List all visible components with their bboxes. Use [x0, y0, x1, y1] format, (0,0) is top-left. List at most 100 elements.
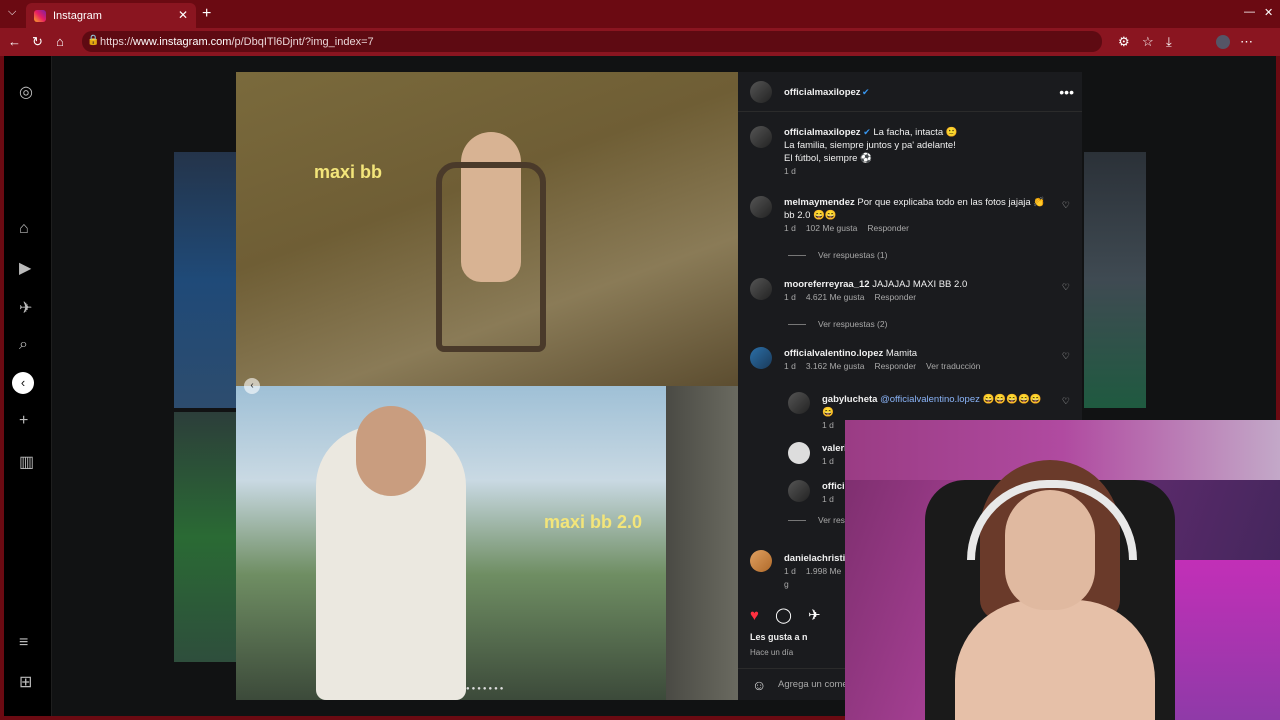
reply-button[interactable]: Responder [867, 223, 909, 233]
translate-link[interactable]: Ver traducción [926, 361, 980, 371]
comment-item: officialvalentino.lopez Mamita 1 d 3.162 … [784, 347, 1054, 373]
comment-icon[interactable]: ◯ [775, 607, 792, 624]
comment-like-icon[interactable]: ♡ [1062, 351, 1070, 362]
comment-username[interactable]: officialvalentino.lopez [784, 348, 883, 359]
url-path: /p/DbqITl6Djnt/?img_index=7 [231, 35, 374, 48]
author-avatar[interactable] [750, 81, 772, 103]
view-replies-link[interactable]: Ver respuestas (1) [788, 250, 887, 260]
share-icon[interactable]: ✈ [808, 607, 821, 624]
browser-tab-instagram[interactable]: Instagram ✕ [26, 3, 196, 28]
comment-avatar[interactable] [750, 550, 772, 572]
comment-like-icon[interactable]: ♡ [1062, 200, 1070, 211]
more-icon[interactable]: ••• [1059, 84, 1074, 100]
home-icon[interactable]: ⌂ [19, 220, 29, 238]
browser-tab-bar: ⌵ Instagram ✕ + — ✕ [0, 0, 1280, 28]
background-post-left-bottom [174, 412, 240, 662]
comment-text-cont: bb 2.0 😄😄 [784, 210, 837, 221]
reply-button[interactable]: Responder [874, 292, 916, 302]
comment-username[interactable]: melmaymendez [784, 197, 855, 208]
comment-text: Por que explicaba todo en las fotos jaja… [857, 197, 1046, 208]
comment-likes[interactable]: 4.621 Me gusta [806, 292, 865, 302]
post-header: officialmaxilopez ✔ ••• [738, 72, 1082, 112]
extensions-icon[interactable]: ⚙ [1118, 34, 1130, 50]
search-icon[interactable]: ⌕ [19, 336, 28, 354]
comment-likes[interactable]: 3.162 Me gusta [806, 361, 865, 371]
tab-close-icon[interactable]: ✕ [178, 8, 188, 22]
emoji-icon[interactable]: ☺ [752, 669, 766, 701]
photo-caption-1: maxi bb [314, 162, 383, 182]
reply-button[interactable]: Responder [874, 361, 916, 371]
baby-photo: maxi bb [236, 72, 738, 386]
new-tab-button[interactable]: + [202, 5, 211, 23]
download-icon[interactable]: ⤓ [1166, 34, 1172, 50]
verified-badge-icon: ✔ [862, 87, 870, 97]
comment-item: melmaymendez Por que explicaba todo en l… [784, 196, 1054, 235]
likes-summary[interactable]: Les gusta a n [750, 632, 808, 642]
instagram-logo-icon[interactable]: ◎ [19, 82, 33, 102]
adult-photo: maxi bb 2.0 [236, 386, 738, 700]
caption-time: 1 d [784, 166, 796, 176]
comment-avatar[interactable] [750, 278, 772, 300]
reload-icon[interactable]: ↻ [32, 34, 43, 50]
reply-mention[interactable]: @officialvalentino.lopez [880, 394, 980, 405]
verified-badge-icon: ✔ [863, 127, 871, 137]
comment-avatar[interactable] [750, 347, 772, 369]
url-prefix: https:// [100, 35, 134, 48]
caption-line-1: La facha, intacta 🙂 [873, 127, 958, 138]
view-replies-link[interactable]: Ver resp [788, 515, 850, 525]
caption-username[interactable]: officialmaxilopez [784, 127, 861, 138]
comment-username[interactable]: mooreferreyraa_12 [784, 279, 870, 290]
lock-icon: 🔒 [87, 35, 100, 46]
comment-time: 1 d [784, 223, 796, 233]
window-close-button[interactable]: ✕ [1264, 6, 1273, 19]
home-browser-icon[interactable]: ⌂ [56, 34, 64, 49]
menu-icon[interactable]: ≡ [19, 634, 28, 652]
reply-username[interactable]: valeri [822, 443, 847, 454]
favorites-icon[interactable]: ☆ [1142, 34, 1154, 50]
add-comment-placeholder: Agrega un come [778, 679, 848, 690]
url-host: www.instagram.com [133, 35, 232, 48]
streamer-body [955, 600, 1155, 720]
reply-avatar[interactable] [788, 392, 810, 414]
comment-like-icon[interactable]: ♡ [1062, 282, 1070, 293]
comment-time: 1 d [784, 566, 796, 576]
view-replies-link[interactable]: Ver respuestas (2) [788, 319, 887, 329]
reels-icon[interactable]: ▶ [19, 258, 31, 278]
comment-avatar[interactable] [750, 196, 772, 218]
previous-post-button[interactable]: ‹ [12, 372, 34, 394]
apps-icon[interactable]: ⊞ [19, 672, 32, 692]
man-head [356, 406, 426, 496]
photo-caption-2: maxi bb 2.0 [544, 512, 643, 532]
palm-tree [666, 386, 738, 700]
reply-username[interactable]: gabylucheta [822, 394, 877, 405]
back-icon[interactable]: ← [8, 34, 21, 49]
tab-title: Instagram [53, 9, 102, 22]
reply-avatar[interactable] [788, 480, 810, 502]
browser-menu-icon[interactable]: ⋯ [1240, 34, 1253, 50]
screen: ⌵ Instagram ✕ + — ✕ ← ↻ ⌂ 🔒 https://www.… [0, 0, 1280, 720]
instagram-favicon-icon [34, 9, 46, 22]
author-username[interactable]: officialmaxilopez [784, 87, 861, 98]
comment-username[interactable]: danielachristia [784, 553, 851, 564]
reply-avatar[interactable] [788, 442, 810, 464]
carousel-prev-button[interactable]: ‹ [244, 378, 260, 394]
dashboard-icon[interactable]: ▥ [19, 452, 34, 472]
reply-username[interactable]: offici [822, 481, 845, 492]
browser-toolbar: ← ↻ ⌂ 🔒 https://www.instagram.com/p/DbqI… [0, 28, 1280, 56]
comment-likes[interactable]: 102 Me gusta [806, 223, 858, 233]
comment-time: 1 d [784, 361, 796, 371]
address-bar[interactable]: 🔒 https://www.instagram.com/p/DbqITl6Djn… [82, 31, 1102, 52]
tab-list-chevron-icon[interactable]: ⌵ [8, 6, 16, 19]
post-age: Hace un día [750, 648, 794, 657]
comment-time: 1 d [784, 292, 796, 302]
messages-icon[interactable]: ✈ [19, 298, 32, 318]
caption-line-3: El fútbol, siempre ⚽ [784, 153, 872, 164]
caption-avatar[interactable] [750, 126, 772, 148]
heart-icon[interactable]: ♥ [750, 607, 759, 624]
caption: officialmaxilopez ✔ La facha, intacta 🙂 … [784, 126, 1054, 178]
minimize-button[interactable]: — [1244, 6, 1255, 18]
profile-avatar-icon[interactable] [1216, 35, 1230, 49]
reply-like-icon[interactable]: ♡ [1062, 396, 1070, 407]
reply-text: 😄😄😄😄😄 [982, 394, 1042, 405]
create-icon[interactable]: + [19, 412, 28, 430]
